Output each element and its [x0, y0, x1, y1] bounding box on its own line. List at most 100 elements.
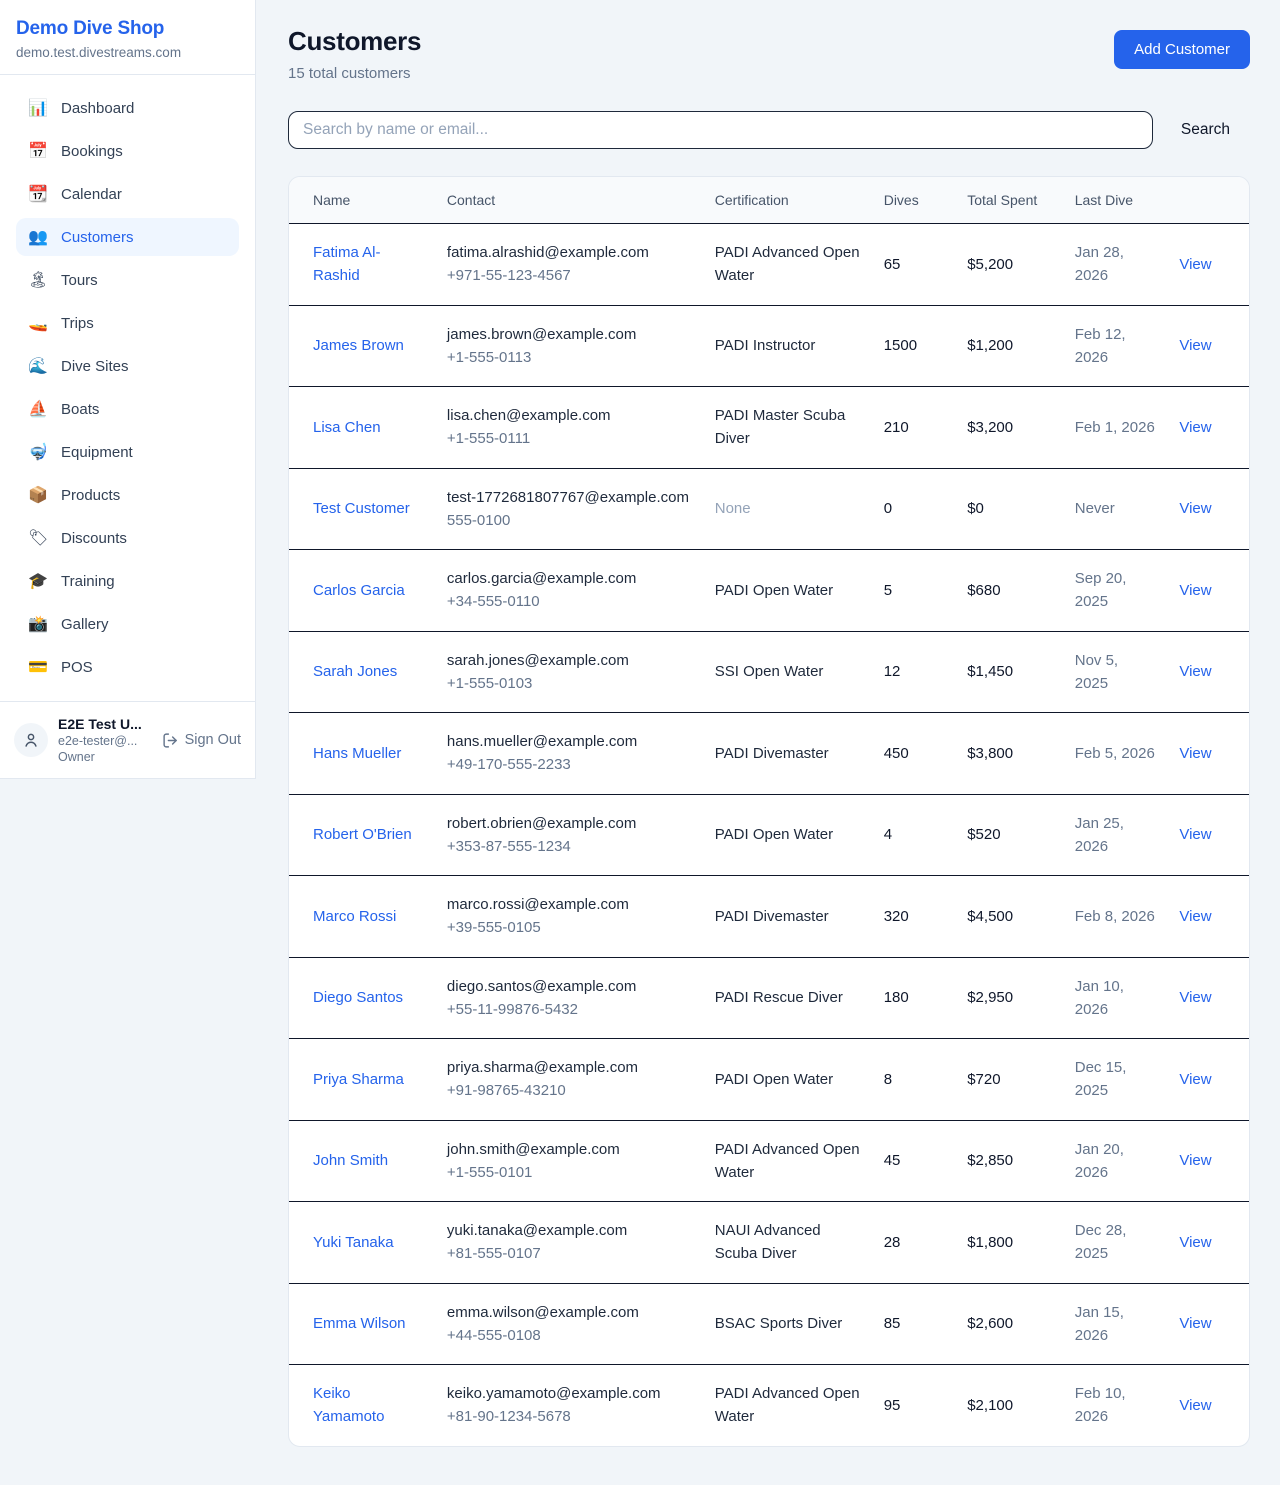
table-header-row: Name Contact Certification Dives Total S…	[289, 177, 1249, 224]
dashboard-icon: 📊	[28, 98, 48, 118]
customer-name-link[interactable]: Fatima Al-Rashid	[313, 244, 381, 284]
sidebar-item-dashboard[interactable]: 📊 Dashboard	[16, 89, 239, 127]
view-link[interactable]: View	[1179, 908, 1211, 925]
column-header-contact: Contact	[435, 177, 703, 224]
dive-sites-icon: 🌊	[28, 356, 48, 376]
view-link[interactable]: View	[1179, 989, 1211, 1006]
view-link[interactable]: View	[1179, 1315, 1211, 1332]
view-link[interactable]: View	[1179, 582, 1211, 599]
customer-certification: PADI Open Water	[703, 550, 872, 632]
search-input[interactable]	[288, 111, 1153, 149]
customer-dives: 85	[872, 1283, 956, 1365]
customer-last-dive: Nov 5, 2025	[1063, 631, 1168, 713]
sidebar-item-equipment[interactable]: 🤿 Equipment	[16, 433, 239, 471]
customer-certification: None	[703, 468, 872, 550]
customer-name-link[interactable]: Marco Rossi	[313, 908, 396, 925]
customer-email: john.smith@example.com	[447, 1138, 691, 1161]
user-icon	[22, 731, 40, 749]
customer-name-link[interactable]: John Smith	[313, 1152, 388, 1169]
sidebar-item-discounts[interactable]: 🏷 Discounts	[16, 519, 239, 557]
sidebar-item-gallery[interactable]: 📸 Gallery	[16, 605, 239, 643]
view-link[interactable]: View	[1179, 826, 1211, 843]
sidebar-item-training[interactable]: 🎓 Training	[16, 562, 239, 600]
sidebar-item-label: Equipment	[61, 444, 133, 461]
sidebar-item-label: Tours	[61, 272, 98, 289]
view-link[interactable]: View	[1179, 256, 1211, 273]
customer-dives: 0	[872, 468, 956, 550]
search-button[interactable]: Search	[1181, 121, 1230, 139]
view-link[interactable]: View	[1179, 1234, 1211, 1251]
customer-phone: +971-55-123-4567	[447, 264, 691, 287]
customer-total-spent: $720	[955, 1039, 1063, 1121]
customer-name-link[interactable]: Keiko Yamamoto	[313, 1385, 384, 1425]
customer-certification: BSAC Sports Diver	[703, 1283, 872, 1365]
view-link[interactable]: View	[1179, 1071, 1211, 1088]
customer-name-link[interactable]: Diego Santos	[313, 989, 403, 1006]
customer-name-link[interactable]: Emma Wilson	[313, 1315, 406, 1332]
customer-name-link[interactable]: Test Customer	[313, 500, 410, 517]
sidebar-item-tours[interactable]: 🏝 Tours	[16, 261, 239, 299]
shop-domain: demo.test.divestreams.com	[16, 45, 239, 60]
sidebar-item-label: Discounts	[61, 530, 127, 547]
pos-icon: 💳	[28, 657, 48, 677]
table-row: Yuki Tanaka yuki.tanaka@example.com +81-…	[289, 1202, 1249, 1284]
sidebar-item-label: Bookings	[61, 143, 123, 160]
column-header-dives: Dives	[872, 177, 956, 224]
customer-total-spent: $1,450	[955, 631, 1063, 713]
customer-total-spent: $0	[955, 468, 1063, 550]
customer-email: james.brown@example.com	[447, 323, 691, 346]
user-name: E2E Test U...	[58, 716, 152, 732]
customer-certification: PADI Advanced Open Water	[703, 1365, 872, 1446]
customer-name-link[interactable]: Carlos Garcia	[313, 582, 405, 599]
customer-total-spent: $2,850	[955, 1120, 1063, 1202]
table-row: Carlos Garcia carlos.garcia@example.com …	[289, 550, 1249, 632]
customer-phone: +1-555-0113	[447, 346, 691, 369]
customer-phone: +1-555-0101	[447, 1161, 691, 1184]
sidebar-item-products[interactable]: 📦 Products	[16, 476, 239, 514]
avatar	[14, 723, 48, 757]
customer-certification: PADI Divemaster	[703, 876, 872, 958]
view-link[interactable]: View	[1179, 663, 1211, 680]
sidebar-item-trips[interactable]: 🚤 Trips	[16, 304, 239, 342]
view-link[interactable]: View	[1179, 745, 1211, 762]
customer-name-link[interactable]: Sarah Jones	[313, 663, 397, 680]
customer-name-link[interactable]: Hans Mueller	[313, 745, 401, 762]
view-link[interactable]: View	[1179, 419, 1211, 436]
sign-out-button[interactable]: Sign Out	[162, 732, 241, 749]
customer-certification: PADI Advanced Open Water	[703, 224, 872, 306]
user-role: Owner	[58, 750, 152, 764]
column-header-name: Name	[289, 177, 435, 224]
view-link[interactable]: View	[1179, 337, 1211, 354]
customer-email: emma.wilson@example.com	[447, 1301, 691, 1324]
customer-phone: +81-555-0107	[447, 1242, 691, 1265]
sidebar-item-calendar[interactable]: 📆 Calendar	[16, 175, 239, 213]
view-link[interactable]: View	[1179, 500, 1211, 517]
customers-table: Name Contact Certification Dives Total S…	[289, 177, 1249, 1446]
add-customer-button[interactable]: Add Customer	[1114, 30, 1250, 69]
tours-icon: 🏝	[28, 270, 48, 290]
sidebar-item-boats[interactable]: ⛵ Boats	[16, 390, 239, 428]
table-row: Keiko Yamamoto keiko.yamamoto@example.co…	[289, 1365, 1249, 1446]
customer-email: lisa.chen@example.com	[447, 404, 691, 427]
customer-last-dive: Never	[1063, 468, 1168, 550]
view-link[interactable]: View	[1179, 1397, 1211, 1414]
sidebar-item-dive-sites[interactable]: 🌊 Dive Sites	[16, 347, 239, 385]
customer-name-link[interactable]: James Brown	[313, 337, 404, 354]
customer-name-link[interactable]: Yuki Tanaka	[313, 1234, 394, 1251]
customer-last-dive: Feb 5, 2026	[1063, 713, 1168, 795]
sidebar-item-bookings[interactable]: 📅 Bookings	[16, 132, 239, 170]
customer-total-spent: $4,500	[955, 876, 1063, 958]
customer-name-link[interactable]: Priya Sharma	[313, 1071, 404, 1088]
table-row: James Brown james.brown@example.com +1-5…	[289, 305, 1249, 387]
customer-certification: PADI Master Scuba Diver	[703, 387, 872, 469]
sidebar-item-pos[interactable]: 💳 POS	[16, 648, 239, 686]
customers-icon: 👥	[28, 227, 48, 247]
customer-last-dive: Jan 28, 2026	[1063, 224, 1168, 306]
sidebar-item-customers[interactable]: 👥 Customers	[16, 218, 239, 256]
customer-name-link[interactable]: Robert O'Brien	[313, 826, 412, 843]
customer-name-link[interactable]: Lisa Chen	[313, 419, 381, 436]
view-link[interactable]: View	[1179, 1152, 1211, 1169]
column-header-total-spent: Total Spent	[955, 177, 1063, 224]
customer-dives: 4	[872, 794, 956, 876]
bookings-icon: 📅	[28, 141, 48, 161]
